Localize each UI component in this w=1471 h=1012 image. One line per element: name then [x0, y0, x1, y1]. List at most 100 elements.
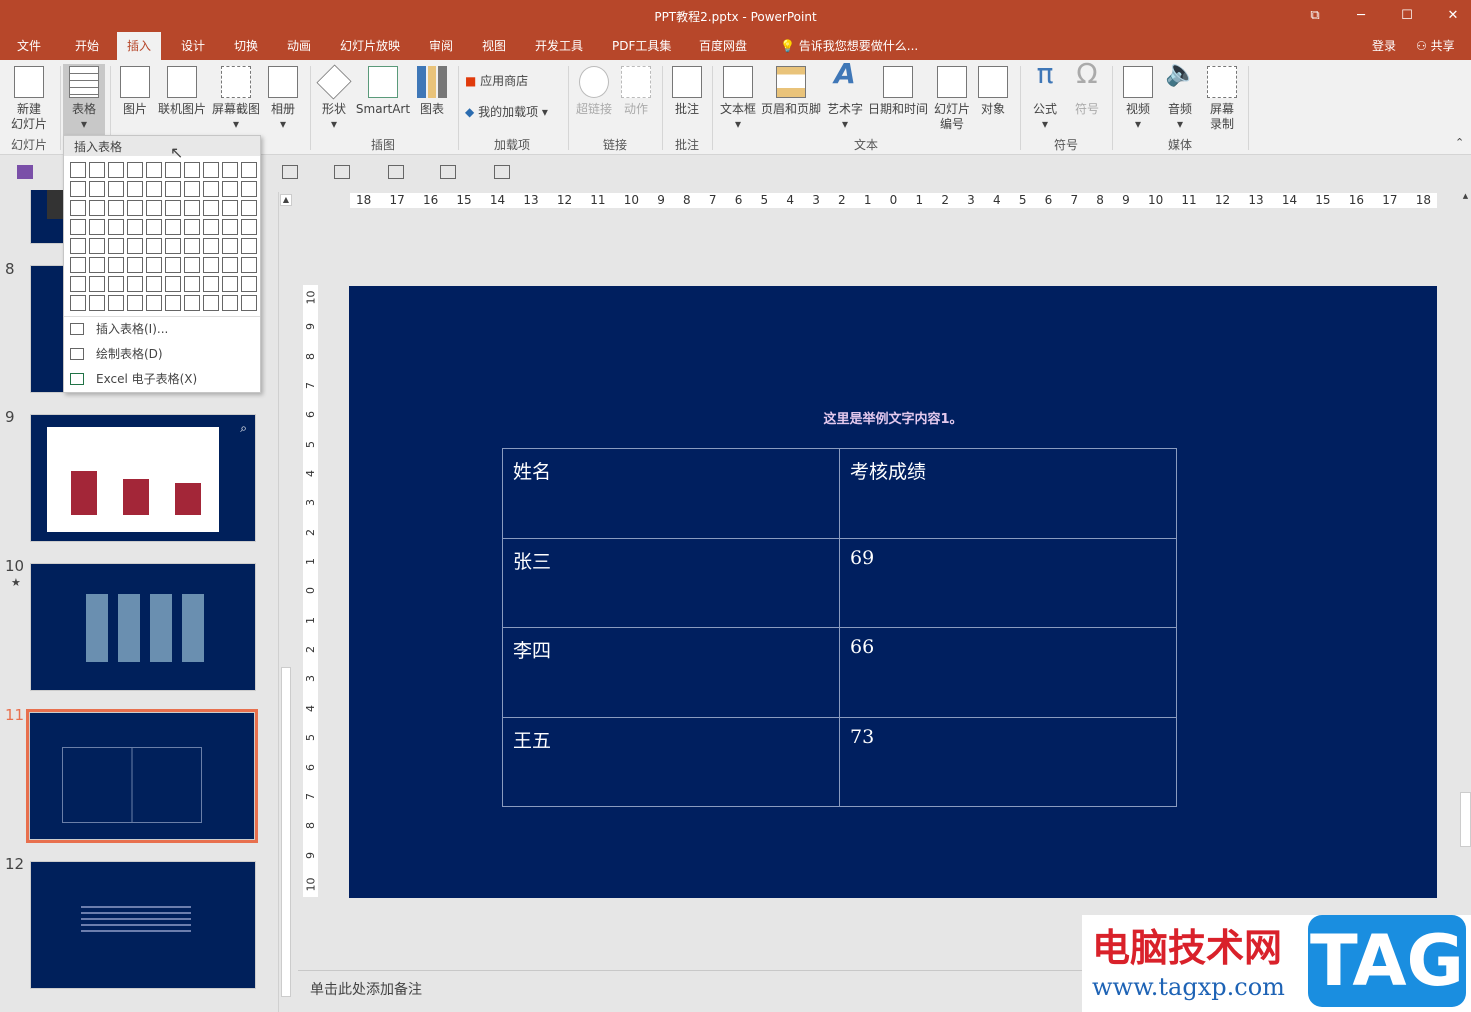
table-grid-cell[interactable] — [184, 257, 200, 273]
table-grid-cell[interactable] — [127, 276, 143, 292]
table-grid-cell[interactable] — [165, 238, 181, 254]
scrollbar-thumb[interactable] — [1460, 792, 1471, 847]
slide-thumbnail-11[interactable] — [26, 709, 258, 843]
table-cell[interactable]: 姓名 — [502, 448, 840, 539]
table-grid-cell[interactable] — [222, 162, 238, 178]
table-grid-cell[interactable] — [203, 162, 219, 178]
table-grid-cell[interactable] — [222, 276, 238, 292]
table-grid-cell[interactable] — [108, 162, 124, 178]
table-button[interactable]: 表格 ▾ — [63, 64, 105, 136]
object-button[interactable]: 对象 — [976, 64, 1010, 117]
table-grid-cell[interactable] — [222, 219, 238, 235]
table-grid-cell[interactable] — [203, 238, 219, 254]
table-grid-cell[interactable] — [70, 162, 86, 178]
table-cell[interactable]: 李四 — [502, 627, 840, 718]
tab-baidu[interactable]: 百度网盘 — [689, 32, 757, 60]
table-grid-cell[interactable] — [184, 238, 200, 254]
table-grid-cell[interactable] — [241, 162, 257, 178]
equation-button[interactable]: π 公式 ▾ — [1026, 60, 1064, 132]
tab-design[interactable]: 设计 — [171, 32, 215, 60]
table-grid-cell[interactable] — [108, 295, 124, 311]
table-grid-cell[interactable] — [165, 200, 181, 216]
print-icon[interactable] — [440, 165, 456, 179]
table-grid-cell[interactable] — [146, 219, 162, 235]
table-grid-cell[interactable] — [203, 181, 219, 197]
slide-thumbnail-10[interactable] — [30, 563, 256, 691]
menu-excel-spreadsheet[interactable]: Excel 电子表格(X) — [64, 367, 260, 391]
table-grid-cell[interactable] — [89, 200, 105, 216]
table-grid-cell[interactable] — [127, 219, 143, 235]
scroll-up-icon[interactable]: ▲ — [1460, 192, 1471, 204]
scroll-up-icon[interactable]: ▲ — [280, 194, 292, 206]
tab-file[interactable]: 文件 — [7, 32, 51, 60]
slide-canvas[interactable]: 这里是举例文字内容1。 姓名 考核成绩 张三 69 李四 66 王五 73 — [349, 286, 1437, 898]
table-size-grid[interactable] — [70, 162, 257, 311]
wordart-button[interactable]: A 艺术字 ▾ — [825, 60, 865, 132]
my-addins-button[interactable]: ◆ 我的加载项 ▾ — [465, 105, 548, 120]
new-slide-button[interactable]: 新建 幻灯片 — [3, 64, 55, 132]
table-grid-cell[interactable] — [70, 257, 86, 273]
table-grid-cell[interactable] — [146, 200, 162, 216]
table-grid-cell[interactable] — [241, 219, 257, 235]
table-grid-cell[interactable] — [108, 257, 124, 273]
table-grid-cell[interactable] — [203, 200, 219, 216]
tab-home[interactable]: 开始 — [65, 32, 109, 60]
table-grid-cell[interactable] — [89, 276, 105, 292]
table-cell[interactable]: 王五 — [502, 716, 840, 807]
table-grid-cell[interactable] — [127, 295, 143, 311]
document-icon[interactable] — [494, 165, 510, 179]
present-icon[interactable] — [334, 165, 350, 179]
table-grid-cell[interactable] — [184, 219, 200, 235]
tab-slideshow[interactable]: 幻灯片放映 — [330, 32, 410, 60]
smartart-button[interactable]: SmartArt — [355, 64, 411, 117]
table-grid-cell[interactable] — [165, 219, 181, 235]
tab-animations[interactable]: 动画 — [277, 32, 321, 60]
tell-me-box[interactable]: 💡 告诉我您想要做什么... — [770, 32, 928, 60]
table-grid-cell[interactable] — [222, 200, 238, 216]
table-grid-cell[interactable] — [222, 238, 238, 254]
table-grid-cell[interactable] — [146, 257, 162, 273]
table-grid-cell[interactable] — [241, 295, 257, 311]
table-grid-cell[interactable] — [89, 162, 105, 178]
table-grid-cell[interactable] — [70, 200, 86, 216]
slide-title-text[interactable]: 这里是举例文字内容1。 — [349, 408, 1437, 427]
table-grid-cell[interactable] — [89, 295, 105, 311]
table-cell[interactable]: 张三 — [502, 537, 840, 628]
symbol-button[interactable]: Ω 符号 — [1068, 60, 1106, 117]
comment-button[interactable]: 批注 — [668, 64, 706, 117]
table-grid-cell[interactable] — [108, 181, 124, 197]
tab-review[interactable]: 审阅 — [419, 32, 463, 60]
table-grid-cell[interactable] — [127, 200, 143, 216]
menu-insert-table[interactable]: 插入表格(I)... — [64, 317, 260, 341]
shapes-button[interactable]: 形状 ▾ — [316, 64, 352, 132]
table-grid-cell[interactable] — [203, 219, 219, 235]
screen-record-button[interactable]: 屏幕 录制 — [1202, 64, 1242, 132]
table-grid-cell[interactable] — [241, 276, 257, 292]
present-from-start-icon[interactable] — [282, 165, 298, 179]
table-grid-cell[interactable] — [108, 219, 124, 235]
table-cell[interactable]: 73 — [839, 716, 1177, 807]
slide-scrollbar[interactable]: ▲ — [1460, 192, 1471, 912]
collapse-ribbon-icon[interactable]: ⌃ — [1455, 136, 1464, 149]
table-grid-cell[interactable] — [127, 257, 143, 273]
online-picture-button[interactable]: 联机图片 — [156, 64, 208, 117]
album-button[interactable]: 相册 ▾ — [266, 64, 300, 132]
table-grid-cell[interactable] — [165, 162, 181, 178]
preview-icon[interactable] — [388, 165, 404, 179]
chart-button[interactable]: 图表 — [415, 64, 449, 117]
screenshot-button[interactable]: 屏幕截图 ▾ — [210, 64, 262, 132]
login-button[interactable]: 登录 — [1362, 32, 1406, 60]
table-grid-cell[interactable] — [222, 181, 238, 197]
tab-insert[interactable]: 插入 — [117, 32, 162, 60]
table-grid-cell[interactable] — [127, 181, 143, 197]
textbox-button[interactable]: 文本框 ▾ — [718, 64, 758, 132]
maximize-button[interactable]: ☐ — [1384, 0, 1430, 32]
datetime-button[interactable]: 日期和时间 — [867, 64, 929, 117]
table-grid-cell[interactable] — [184, 200, 200, 216]
audio-button[interactable]: 🔈 音频 ▾ — [1162, 60, 1198, 132]
table-grid-cell[interactable] — [165, 181, 181, 197]
table-grid-cell[interactable] — [203, 276, 219, 292]
table-grid-cell[interactable] — [146, 276, 162, 292]
table-grid-cell[interactable] — [108, 238, 124, 254]
table-cell[interactable]: 66 — [839, 627, 1177, 718]
